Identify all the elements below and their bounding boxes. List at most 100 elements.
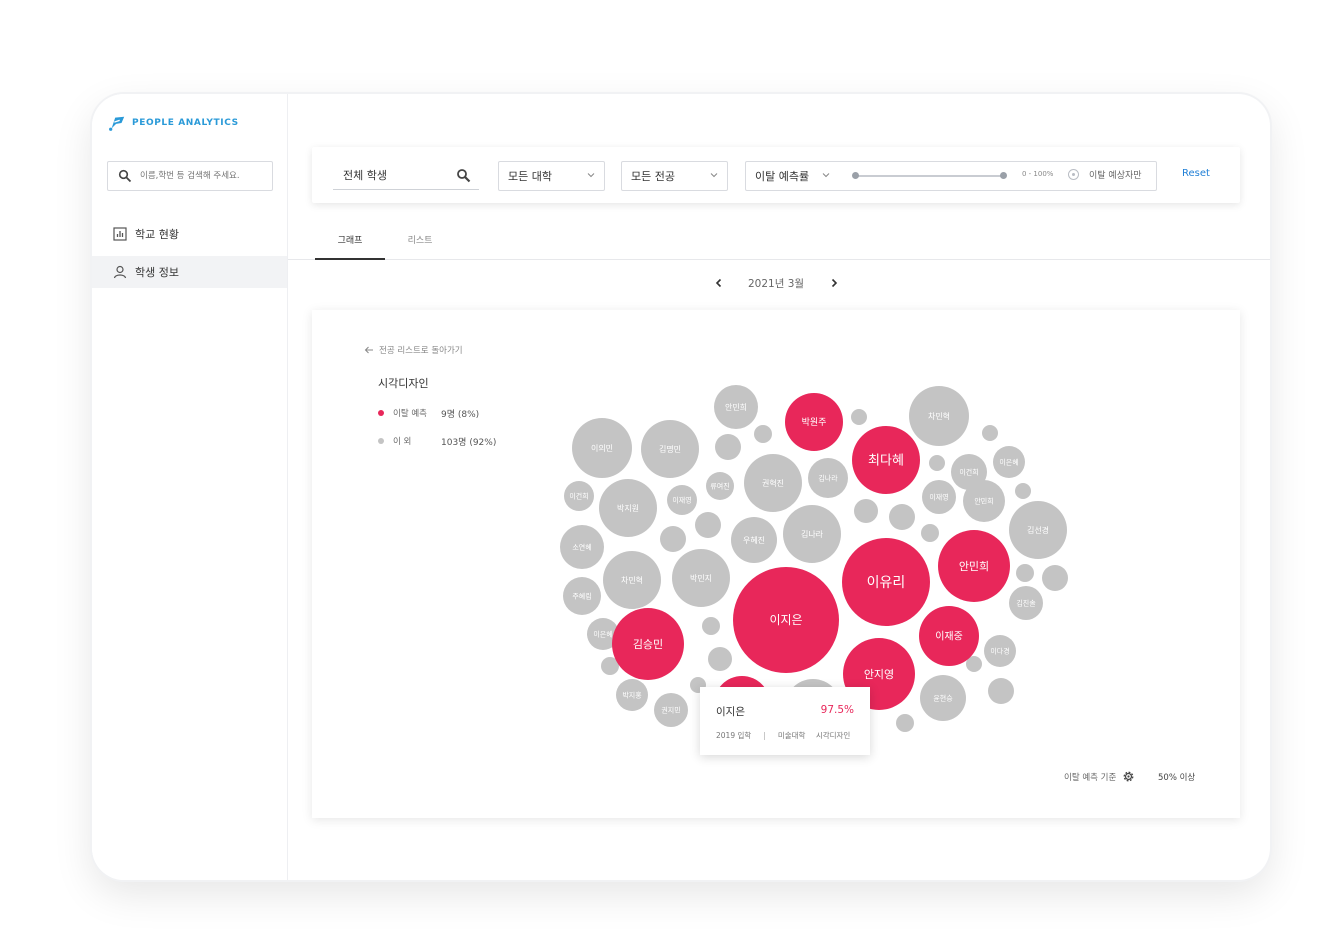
student-bubble[interactable] (708, 647, 732, 671)
only-predicted-radio[interactable] (1068, 169, 1079, 180)
bubble-label: 이건희 (959, 467, 978, 476)
bubble-label: 이은혜 (999, 457, 1018, 466)
criteria-value: 50% 이상 (1158, 773, 1196, 783)
bubble-label: 우혜진 (743, 535, 765, 545)
student-bubble[interactable] (889, 504, 915, 530)
bubble-label: 안지영 (864, 668, 894, 681)
student-bubble[interactable] (1016, 564, 1034, 582)
bubble-label: 윤현승 (933, 694, 953, 702)
tooltip-major: 시각디자인 (815, 731, 851, 740)
bubble-label: 김선경 (1027, 525, 1049, 535)
app-logo[interactable]: PEOPLE ANALYTICS (108, 114, 239, 132)
range-slider-min-handle[interactable] (852, 172, 859, 179)
tooltip-meta: 2019 입학 | 미술대학 시각디자인 (716, 731, 851, 740)
bubble-label: 이은혜 (593, 629, 612, 638)
range-slider-max-handle[interactable] (1000, 172, 1007, 179)
reset-button[interactable]: Reset (1182, 168, 1210, 179)
bubble-label: 이재영 (929, 492, 948, 501)
month-label: 2021년 3월 (748, 278, 805, 290)
bubble-label: 주혜림 (572, 591, 591, 600)
scope-label: 전체 학생 (343, 169, 387, 182)
chevron-right-icon[interactable] (829, 278, 839, 288)
graph-card: 전공 리스트로 돌아가기 시각디자인 이탈 예측 9명 (8%) 이 외 103… (312, 310, 1240, 818)
bubble-label: 김나라 (801, 529, 824, 539)
user-icon (113, 265, 127, 279)
college-select[interactable]: 모든 대학 (498, 161, 605, 191)
chevron-down-icon (710, 173, 718, 178)
view-tabs: 그래프 리스트 (288, 221, 1270, 260)
bubble-label: 이의민 (591, 443, 613, 453)
student-bubble[interactable] (988, 678, 1014, 704)
bubble-label: 안민희 (725, 402, 747, 412)
month-navigator: 2021년 3월 (704, 274, 854, 294)
bubble-label: 박지원 (617, 503, 639, 513)
major-select[interactable]: 모든 전공 (621, 161, 728, 191)
bubble-label: 이유리 (867, 575, 906, 591)
sidebar-item-label: 학교 현황 (135, 228, 179, 241)
filter-bar: 전체 학생 모든 대학 모든 전공 이탈 예측률 0 - 100% 이탈 예상자… (312, 147, 1240, 203)
bubble-label: 권지민 (661, 705, 680, 714)
bar-chart-icon (113, 227, 127, 241)
student-bubble[interactable] (929, 455, 945, 471)
chevron-down-icon[interactable] (822, 171, 830, 179)
search-input[interactable] (138, 170, 262, 182)
gear-icon[interactable] (1122, 770, 1135, 783)
bubble-label: 소연혜 (572, 542, 591, 551)
bubble-label: 이재영 (672, 495, 691, 504)
sidebar-item-label: 학생 정보 (135, 266, 179, 279)
bubble-label: 안민희 (974, 496, 993, 505)
scope-filter[interactable]: 전체 학생 (333, 161, 479, 190)
bubble-label: 안민희 (959, 560, 989, 573)
metric-select-value[interactable]: 이탈 예측률 (755, 168, 809, 184)
bubble-label: 김나라 (818, 473, 838, 482)
student-bubble[interactable] (660, 526, 686, 552)
student-bubble[interactable] (982, 425, 998, 441)
bubble-label: 김승민 (633, 638, 663, 651)
student-bubble[interactable] (851, 409, 867, 425)
college-select-value: 모든 대학 (508, 170, 552, 183)
major-select-value: 모든 전공 (631, 170, 675, 183)
bubble-label: 박원주 (802, 417, 827, 428)
bubble-label: 이다경 (990, 646, 1009, 655)
student-bubble[interactable] (1042, 565, 1068, 591)
logo-icon (109, 116, 125, 131)
bubble-label: 권혁진 (762, 478, 784, 488)
student-bubble[interactable] (695, 512, 721, 538)
tab-graph[interactable]: 그래프 (315, 221, 385, 260)
search-box (107, 161, 273, 191)
tab-list[interactable]: 리스트 (385, 221, 455, 258)
search-icon[interactable] (456, 168, 471, 183)
criteria-label: 이탈 예측 기준 (1064, 772, 1117, 783)
student-bubble[interactable] (1015, 483, 1031, 499)
student-bubble[interactable] (921, 524, 939, 542)
chevron-down-icon (587, 173, 595, 178)
sidebar-item-school-status[interactable]: 학교 현황 (92, 218, 287, 250)
bubble-label: 김진솔 (1016, 598, 1036, 607)
bubble-label: 최다혜 (868, 454, 904, 469)
student-bubble[interactable] (854, 499, 878, 523)
tooltip-year: 2019 입학 (716, 731, 752, 740)
only-predicted-label[interactable]: 이탈 예상자만 (1089, 168, 1142, 181)
tooltip-name: 이지은 (716, 706, 745, 718)
range-slider-track[interactable] (855, 175, 1005, 177)
student-bubble[interactable] (702, 617, 720, 635)
tooltip-college: 미술대학 (777, 731, 806, 740)
chevron-left-icon[interactable] (714, 278, 724, 288)
student-bubble[interactable] (754, 425, 772, 443)
bubble-label: 류여진 (710, 481, 729, 490)
sidebar-item-student-info[interactable]: 학생 정보 (92, 256, 287, 288)
bubble-label: 차민혁 (928, 411, 950, 421)
bubble-label: 박지홍 (622, 690, 642, 699)
student-bubble[interactable] (896, 714, 914, 732)
device-frame: PEOPLE ANALYTICS 학교 현황 학생 정보 (92, 94, 1270, 880)
range-text: 0 - 100% (1022, 170, 1054, 178)
bubble-label: 이건희 (569, 491, 588, 500)
student-bubble[interactable] (715, 434, 741, 460)
bubble-label: 이재중 (935, 631, 963, 643)
tooltip-percent: 97.5% (820, 704, 854, 716)
sidebar: PEOPLE ANALYTICS 학교 현황 학생 정보 (92, 94, 288, 880)
student-tooltip: 이지은 97.5% 2019 입학 | 미술대학 시각디자인 (700, 687, 870, 755)
bubble-label: 박민지 (690, 573, 712, 583)
bubble-label: 차민혁 (621, 575, 643, 585)
search-icon (118, 169, 132, 183)
